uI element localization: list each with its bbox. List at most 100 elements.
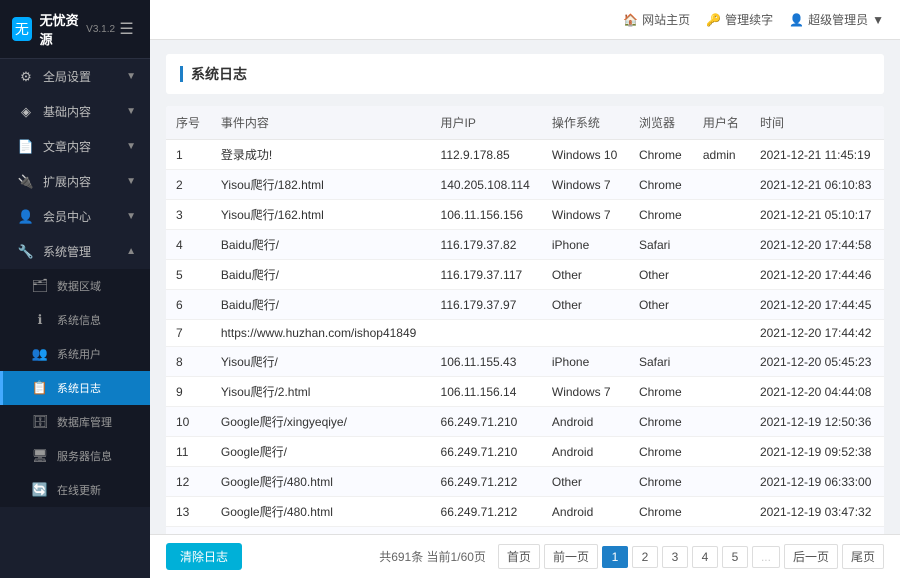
table-row: 6Baidu爬行/116.179.37.97OtherOther2021-12-… <box>166 290 884 320</box>
cell-1: Baidu爬行/ <box>211 290 431 320</box>
cell-1: Yisou爬行/2.html <box>211 377 431 407</box>
cell-6: 2021-12-21 06:10:83 <box>750 170 884 200</box>
first-page-button[interactable]: 首页 <box>498 544 540 569</box>
table-header: 序号 事件内容 用户IP 操作系统 浏览器 用户名 时间 <box>166 106 884 140</box>
cell-2 <box>431 320 542 347</box>
page-2-button[interactable]: 2 <box>632 546 658 568</box>
cell-3: Windows 7 <box>542 527 629 535</box>
cell-5 <box>693 467 750 497</box>
sidebar-item-system[interactable]: 🔧 系统管理 ▲ <box>0 234 150 269</box>
log-table: 序号 事件内容 用户IP 操作系统 浏览器 用户名 时间 1登录成功!112.9… <box>166 106 884 534</box>
cell-1: Baidu爬行/ <box>211 260 431 290</box>
cell-4: Chrome <box>629 170 693 200</box>
sidebar-item-data-area[interactable]: 🗂 数据区域 <box>0 269 150 303</box>
system-info-icon: ℹ <box>31 312 49 328</box>
cell-4: Chrome <box>629 467 693 497</box>
cell-3: Android <box>542 407 629 437</box>
cell-5 <box>693 200 750 230</box>
table-row: 12Google爬行/480.html66.249.71.212OtherChr… <box>166 467 884 497</box>
home-icon: 🏠 <box>623 13 638 27</box>
logo-text: 无忧资源 <box>40 10 83 48</box>
topbar-manage[interactable]: 🔑 管理续字 <box>706 11 773 28</box>
sidebar-label: 文章内容 <box>43 138 126 155</box>
cell-6: 2021-12-21 11:45:19 <box>750 140 884 170</box>
cell-5 <box>693 527 750 535</box>
sidebar-label: 服务器信息 <box>57 448 136 464</box>
cell-0: 12 <box>166 467 211 497</box>
cell-6: 2021-12-20 17:44:42 <box>750 320 884 347</box>
cell-0: 13 <box>166 497 211 527</box>
online-update-icon: 🔄 <box>31 482 49 498</box>
sidebar-item-server-info[interactable]: 🖥 服务器信息 <box>0 439 150 473</box>
cell-1: Google爬行/ <box>211 437 431 467</box>
sidebar-item-article[interactable]: 📄 文章内容 ▼ <box>0 129 150 164</box>
cell-2: 66.249.71.210 <box>431 407 542 437</box>
sidebar-item-full-site[interactable]: ⚙ 全局设置 ▼ <box>0 59 150 94</box>
pagination: 共691条 当前1/60页 首页 前一页 1 2 3 4 5 ... 后一页 尾… <box>379 544 884 569</box>
prev-page-button[interactable]: 前一页 <box>544 544 598 569</box>
page-4-button[interactable]: 4 <box>692 546 718 568</box>
table-row: 5Baidu爬行/116.179.37.117OtherOther2021-12… <box>166 260 884 290</box>
sidebar-logo: 无 无忧资源 V3.1.2 ☰ <box>0 0 150 59</box>
sidebar-label: 扩展内容 <box>43 173 126 190</box>
data-area-icon: 🗂 <box>31 278 49 294</box>
cell-1: Baidu爬行/ <box>211 230 431 260</box>
col-id: 序号 <box>166 106 211 140</box>
sidebar-item-online-update[interactable]: 🔄 在线更新 <box>0 473 150 507</box>
cell-1: Yisou爬行/25.html <box>211 527 431 535</box>
sidebar-item-system-log[interactable]: 📋 系统日志 <box>0 371 150 405</box>
page-3-button[interactable]: 3 <box>662 546 688 568</box>
cell-0: 5 <box>166 260 211 290</box>
topbar-manage-label: 管理续字 <box>725 11 773 28</box>
cell-1: https://www.huzhan.com/ishop41849 <box>211 320 431 347</box>
sidebar-toggle[interactable]: ☰ <box>115 15 138 43</box>
server-info-icon: 🖥 <box>31 448 49 464</box>
sidebar-item-extend[interactable]: 🔌 扩展内容 ▼ <box>0 164 150 199</box>
logo-version: V3.1.2 <box>86 24 115 35</box>
page-title: 系统日志 <box>180 66 247 82</box>
sidebar-item-member[interactable]: 👤 会员中心 ▼ <box>0 199 150 234</box>
cell-2: 66.249.71.212 <box>431 497 542 527</box>
sidebar-item-basic-content[interactable]: ◈ 基础内容 ▼ <box>0 94 150 129</box>
cell-5 <box>693 320 750 347</box>
sidebar-menu: ⚙ 全局设置 ▼ ◈ 基础内容 ▼ 📄 文章内容 ▼ 🔌 扩展内容 ▼ 👤 会员… <box>0 59 150 578</box>
cell-3: Android <box>542 437 629 467</box>
cell-5 <box>693 347 750 377</box>
cell-3: Windows 10 <box>542 140 629 170</box>
next-page-button[interactable]: 后一页 <box>784 544 838 569</box>
cell-6: 2021-12-20 17:44:58 <box>750 230 884 260</box>
page-5-button[interactable]: 5 <box>722 546 748 568</box>
cell-0: 8 <box>166 347 211 377</box>
sidebar: 无 无忧资源 V3.1.2 ☰ ⚙ 全局设置 ▼ ◈ 基础内容 ▼ 📄 文章内容… <box>0 0 150 578</box>
table-row: 7https://www.huzhan.com/ishop418492021-1… <box>166 320 884 347</box>
basic-content-icon: ◈ <box>17 104 35 120</box>
cell-6: 2021-12-19 06:33:00 <box>750 467 884 497</box>
page-1-button[interactable]: 1 <box>602 546 628 568</box>
cell-4: Chrome <box>629 200 693 230</box>
cell-5 <box>693 437 750 467</box>
cell-6: 2021-12-19 12:50:36 <box>750 407 884 437</box>
topbar-user[interactable]: 👤 超级管理员 ▼ <box>789 11 884 28</box>
sidebar-item-system-info[interactable]: ℹ 系统信息 <box>0 303 150 337</box>
cell-5 <box>693 497 750 527</box>
cell-5 <box>693 407 750 437</box>
bottom-bar: 清除日志 共691条 当前1/60页 首页 前一页 1 2 3 4 5 ... … <box>150 534 900 578</box>
last-page-button[interactable]: 尾页 <box>842 544 884 569</box>
sidebar-item-recycle[interactable]: 🗄 数据库管理 <box>0 405 150 439</box>
sidebar-label: 全局设置 <box>43 68 126 85</box>
table-row: 4Baidu爬行/116.179.37.82iPhoneSafari2021-1… <box>166 230 884 260</box>
cell-2: 106.11.155.43 <box>431 347 542 377</box>
cell-3: Other <box>542 467 629 497</box>
sidebar-item-system-user[interactable]: 👥 系统用户 <box>0 337 150 371</box>
log-table-wrap: 序号 事件内容 用户IP 操作系统 浏览器 用户名 时间 1登录成功!112.9… <box>166 106 884 534</box>
user-dropdown-icon: ▼ <box>872 13 884 27</box>
topbar: 🏠 网站主页 🔑 管理续字 👤 超级管理员 ▼ <box>150 0 900 40</box>
cell-5 <box>693 377 750 407</box>
topbar-home[interactable]: 🏠 网站主页 <box>623 11 690 28</box>
clear-log-button[interactable]: 清除日志 <box>166 543 242 570</box>
col-user: 用户名 <box>693 106 750 140</box>
cell-4: Safari <box>629 347 693 377</box>
cell-6: 2021-12-19 09:52:38 <box>750 437 884 467</box>
extend-icon: 🔌 <box>17 174 35 190</box>
system-icon: 🔧 <box>17 244 35 260</box>
